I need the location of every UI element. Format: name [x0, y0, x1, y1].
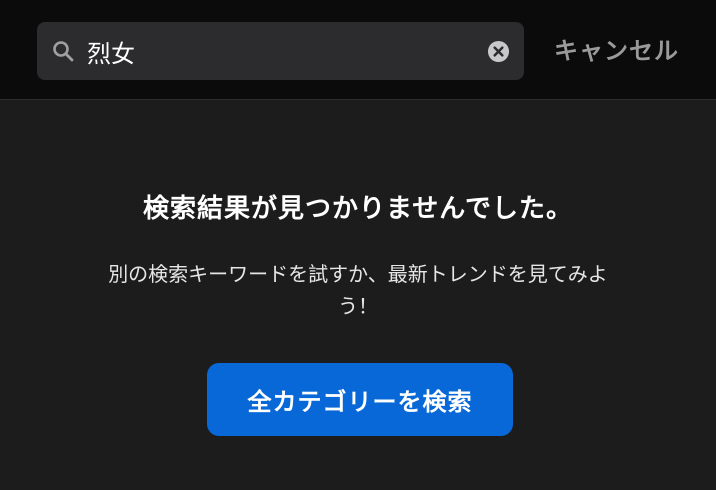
- empty-state-title: 検索結果が見つかりませんでした。: [143, 194, 573, 224]
- search-bar[interactable]: [37, 22, 524, 80]
- clear-icon[interactable]: [487, 40, 510, 63]
- search-header: キャンセル: [0, 0, 716, 100]
- search-input[interactable]: [87, 22, 467, 80]
- search-all-categories-button[interactable]: 全カテゴリーを検索: [207, 363, 513, 436]
- search-icon: [53, 41, 74, 62]
- empty-state-description: 別の検索キーワードを試すか、最新トレンドを見てみよう！: [108, 262, 608, 318]
- cancel-button[interactable]: キャンセル: [554, 30, 679, 72]
